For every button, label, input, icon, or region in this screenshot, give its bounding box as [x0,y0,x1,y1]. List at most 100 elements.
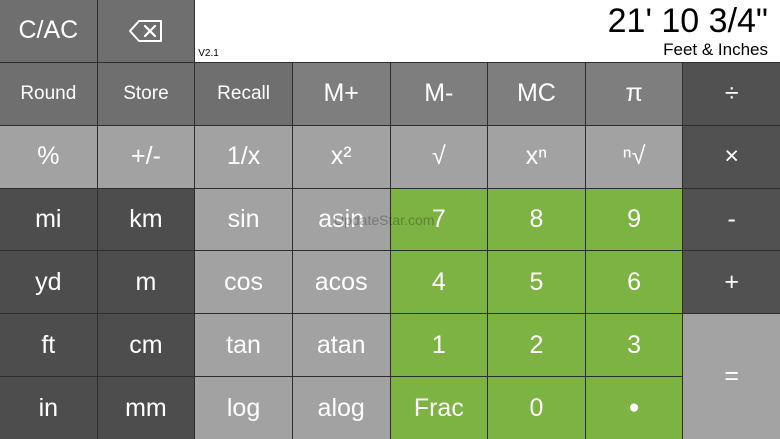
plus-minus-label: +/- [131,142,161,171]
millimeters-label: mm [125,393,167,422]
fraction-button[interactable]: Frac [390,377,488,439]
digit-0-label: 0 [529,393,544,422]
round-button[interactable]: Round [0,62,97,125]
percent-button[interactable]: % [0,125,97,188]
tan-label: tan [226,330,261,359]
digit-8-button[interactable]: 8 [488,188,585,251]
centimeters-label: cm [129,330,163,359]
digit-5-label: 5 [529,267,544,296]
digit-3-label: 3 [627,330,642,359]
digit-7-label: 7 [431,204,446,233]
asin-label: asin [318,204,365,233]
alog-label: alog [317,393,365,422]
fraction-label: Frac [413,393,464,422]
nth-root-button[interactable]: ⁿ√ [585,125,683,188]
display-panel: 21' 10 3/4" Feet & Inches V2.1 [195,0,780,62]
memory-minus-label: M- [424,79,454,108]
clear-button[interactable]: C/AC [0,0,97,62]
reciprocal-label: 1/x [226,142,261,171]
reciprocal-button[interactable]: 1/x [195,125,292,188]
acos-button[interactable]: acos [292,251,390,314]
atan-label: atan [316,330,366,359]
feet-button[interactable]: ft [0,314,97,377]
power-label: xⁿ [525,142,548,171]
memory-plus-label: M+ [323,79,359,108]
power-button[interactable]: xⁿ [488,125,585,188]
digit-6-label: 6 [627,267,642,296]
digit-0-button[interactable]: 0 [488,377,585,439]
centimeters-button[interactable]: cm [97,314,195,377]
round-label: Round [20,82,77,104]
multiply-button[interactable]: × [683,125,780,188]
digit-3-button[interactable]: 3 [585,314,683,377]
memory-clear-label: MC [516,79,556,108]
recall-label: Recall [217,82,270,104]
millimeters-button[interactable]: mm [97,377,195,439]
pi-label: π [625,79,643,108]
percent-label: % [37,142,60,171]
version-label: V2.1 [198,47,219,59]
inches-button[interactable]: in [0,377,97,439]
minus-button[interactable]: - [683,188,780,251]
meters-label: m [135,267,157,296]
minus-label: - [727,204,736,233]
log-button[interactable]: log [195,377,292,439]
tan-button[interactable]: tan [195,314,292,377]
nth-root-label: ⁿ√ [622,142,646,171]
decimal-point-button[interactable]: ● [585,377,683,439]
decimal-point-label: ● [628,397,640,419]
plus-minus-button[interactable]: +/- [97,125,195,188]
acos-label: acos [314,267,368,296]
digit-6-button[interactable]: 6 [585,251,683,314]
digit-1-button[interactable]: 1 [390,314,488,377]
digit-7-button[interactable]: 7 [390,188,488,251]
feet-label: ft [41,330,56,359]
miles-button[interactable]: mi [0,188,97,251]
memory-clear-button[interactable]: MC [488,62,585,125]
square-button[interactable]: x² [292,125,390,188]
memory-plus-button[interactable]: M+ [292,62,390,125]
log-label: log [226,393,261,422]
miles-label: mi [35,204,62,233]
kilometers-label: km [129,204,163,233]
digit-9-label: 9 [627,204,642,233]
sin-button[interactable]: sin [195,188,292,251]
square-label: x² [330,142,352,171]
display-unit: Feet & Inches [663,39,768,59]
plus-button[interactable]: + [683,251,780,314]
alog-button[interactable]: alog [292,377,390,439]
plus-label: + [724,267,739,296]
kilometers-button[interactable]: km [97,188,195,251]
digit-5-button[interactable]: 5 [488,251,585,314]
clear-label: C/AC [18,16,79,45]
pi-button[interactable]: π [585,62,683,125]
calculator: C/AC 21' 10 3/4" Feet & Inches V2.1 Roun… [0,0,780,439]
digit-4-button[interactable]: 4 [390,251,488,314]
divide-button[interactable]: ÷ [683,62,780,125]
store-label: Store [123,82,169,104]
digit-2-button[interactable]: 2 [488,314,585,377]
display-value: 21' 10 3/4" [607,2,768,40]
cos-label: cos [224,267,264,296]
digit-9-button[interactable]: 9 [585,188,683,251]
recall-button[interactable]: Recall [195,62,292,125]
backspace-button[interactable] [97,0,195,62]
equals-label: = [724,362,739,391]
backspace-icon [128,19,162,42]
asin-button[interactable]: asin [292,188,390,251]
sin-label: sin [227,204,260,233]
square-root-button[interactable]: √ [390,125,488,188]
atan-button[interactable]: atan [292,314,390,377]
digit-2-label: 2 [529,330,544,359]
inches-label: in [38,393,59,422]
store-button[interactable]: Store [97,62,195,125]
memory-minus-button[interactable]: M- [390,62,488,125]
equals-button[interactable]: = [683,314,780,439]
meters-button[interactable]: m [97,251,195,314]
cos-button[interactable]: cos [195,251,292,314]
yards-button[interactable]: yd [0,251,97,314]
divide-label: ÷ [724,79,739,108]
yards-label: yd [35,267,62,296]
digit-1-label: 1 [431,330,446,359]
digit-4-label: 4 [431,267,446,296]
